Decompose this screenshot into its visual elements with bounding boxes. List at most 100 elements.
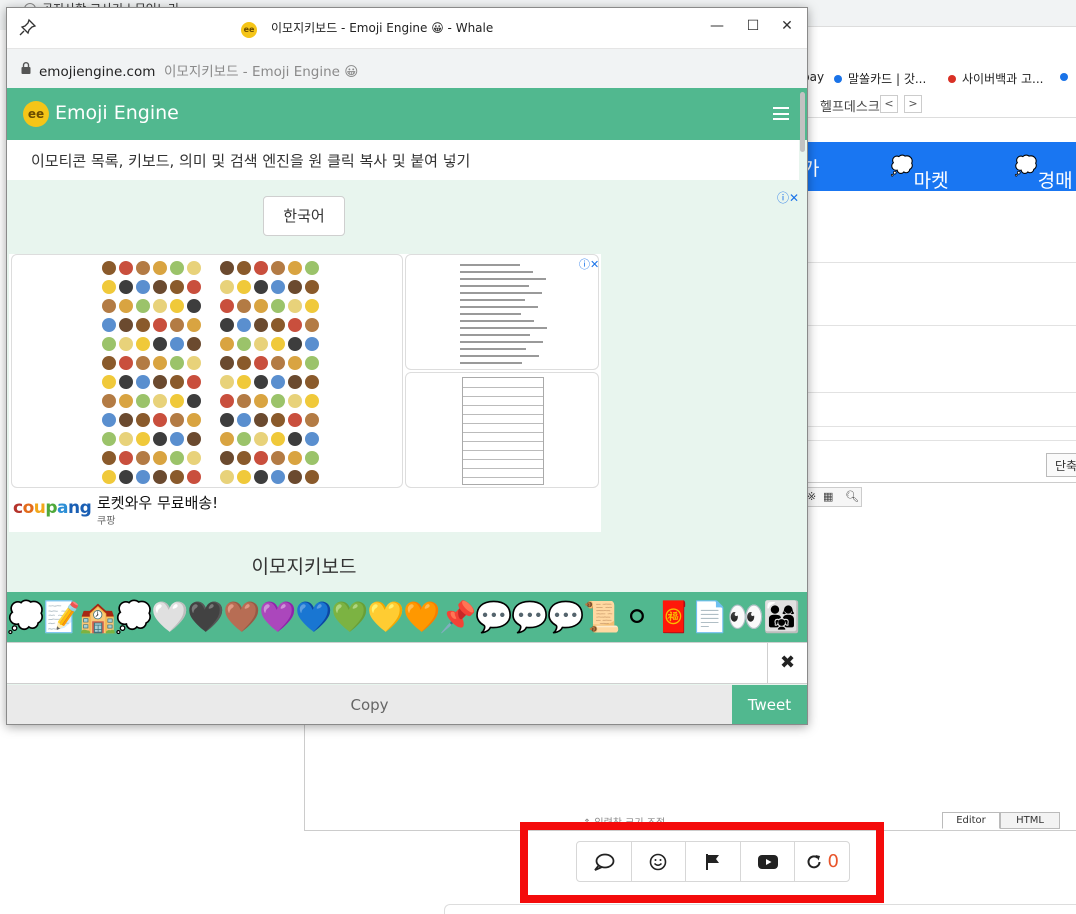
tab-editor[interactable]: Editor — [942, 812, 1000, 829]
sticker-thumbnail — [288, 337, 302, 351]
emoji-key[interactable]: 💬 — [511, 596, 548, 636]
emoji-key[interactable]: 🤎 — [223, 596, 260, 636]
emoji-key[interactable]: ⚪ — [619, 596, 655, 636]
sticker-thumbnail — [119, 413, 133, 427]
emoji-key[interactable]: 💜 — [259, 596, 296, 636]
sticker-thumbnail — [170, 375, 184, 389]
bookmark-item[interactable] — [1060, 70, 1074, 84]
emoji-engine-page: ee Emoji Engine 이모티콘 목록, 키보드, 의미 및 검색 엔진… — [7, 88, 807, 724]
emoji-key[interactable]: 📝 — [43, 596, 80, 636]
emoji-key[interactable]: 💭 — [115, 596, 152, 636]
section-title: 이모지키보드 — [251, 556, 357, 578]
emoji-key[interactable]: 🧧 — [655, 596, 692, 636]
form-rule — [463, 405, 543, 406]
sticker-thumbnail — [170, 337, 184, 351]
sticker-thumbnail — [170, 280, 184, 294]
address-bar[interactable]: emojiengine.com 이모지키보드 - Emoji Engine 😀 — [7, 48, 807, 88]
tab-html[interactable]: HTML — [1000, 812, 1060, 829]
sticker-thumbnail — [271, 318, 285, 332]
sticker-thumbnail — [288, 280, 302, 294]
emoji-key[interactable]: 📄 — [691, 596, 728, 636]
pin-icon[interactable] — [19, 18, 37, 36]
emoji-key[interactable]: 💛 — [367, 596, 404, 636]
sticker-thumbnail — [237, 318, 251, 332]
emoji-key[interactable]: 🧡 — [403, 596, 440, 636]
window-titlebar[interactable]: ee 이모지키보드 - Emoji Engine 😀 - Whale — ☐ ✕ — [7, 8, 807, 48]
logo-text[interactable]: Emoji Engine — [55, 102, 179, 124]
sticker-thumbnail — [102, 299, 116, 313]
emoji-key[interactable]: 👀 — [727, 596, 764, 636]
search-icon[interactable]: 🔍︎ — [845, 490, 859, 503]
emoji-key[interactable]: 🖤 — [187, 596, 224, 636]
emoji-key[interactable]: 💬 — [475, 596, 512, 636]
bookmark-item[interactable]: pay — [808, 70, 824, 84]
maximize-button[interactable]: ☐ — [741, 14, 765, 38]
emoji-key[interactable]: 💙 — [295, 596, 332, 636]
nav-prev-button[interactable]: < — [880, 95, 898, 113]
sticker-thumbnail — [220, 451, 234, 465]
address-domain: emojiengine.com — [39, 64, 156, 80]
sticker-thumbnail — [153, 470, 167, 484]
sticker-thumbnail — [237, 394, 251, 408]
menu-item-auction[interactable]: 💭 경매 — [1014, 154, 1073, 192]
sticker-thumbnail — [119, 356, 133, 370]
special-char-icon[interactable]: ※ — [807, 490, 816, 503]
sticker-thumbnail — [254, 432, 268, 446]
copy-button[interactable]: Copy — [7, 685, 732, 724]
ad-image-stickers[interactable] — [11, 254, 403, 488]
sticker-thumbnail — [220, 413, 234, 427]
emoji-key[interactable]: 📜 — [583, 596, 620, 636]
text-line — [460, 355, 539, 357]
site-favicon-icon: ee — [241, 22, 257, 38]
shrink-button[interactable]: 단축 — [1046, 453, 1076, 477]
table-icon[interactable]: ▦ — [823, 490, 833, 503]
sticker-thumbnail — [305, 375, 319, 389]
logo-icon[interactable]: ee — [23, 101, 49, 127]
emoji-key[interactable]: 👨‍👩‍👧 — [763, 596, 800, 636]
emoji-key[interactable]: 💭 — [7, 596, 44, 636]
highlight-box — [520, 822, 884, 903]
divider — [808, 262, 1076, 263]
tagline: 이모티콘 목록, 키보드, 의미 및 검색 엔진을 원 클릭 복사 및 붙여 넣… — [7, 140, 799, 180]
ad-headline[interactable]: 로켓와우 무료배송! — [97, 492, 218, 513]
emoji-key[interactable]: 💚 — [331, 596, 368, 636]
language-button[interactable]: 한국어 — [263, 196, 345, 236]
emoji-key[interactable]: 💬 — [547, 596, 584, 636]
menu-item-market[interactable]: 💭 마켓 — [890, 154, 949, 192]
bookmark-label: pay — [808, 70, 825, 84]
sticker-thumbnail — [305, 299, 319, 313]
text-line — [460, 341, 543, 343]
sticker-thumbnail — [305, 432, 319, 446]
emoji-key[interactable]: 🏫 — [79, 596, 116, 636]
sticker-thumbnail — [220, 261, 234, 275]
text-line — [460, 278, 546, 280]
address-page-title: 이모지키보드 - Emoji Engine 😀 — [163, 64, 359, 80]
emoji-input[interactable] — [7, 643, 767, 683]
scrollbar-thumb[interactable] — [800, 92, 805, 152]
text-line — [460, 292, 542, 294]
sticker-thumbnail — [271, 394, 285, 408]
tweet-button[interactable]: Tweet — [732, 685, 807, 724]
sticker-thumbnail — [102, 451, 116, 465]
ad-image-form[interactable] — [405, 372, 599, 488]
sticker-thumbnail — [237, 470, 251, 484]
bookmarks-bar: pay 말쏠카드 | 갓... 사이버백과 고... — [808, 62, 1076, 94]
ad-choices-icon[interactable]: ⓘ✕ — [579, 256, 599, 272]
sticker-thumbnail — [119, 337, 133, 351]
bookmark-item[interactable]: 말쏠카드 | 갓... — [834, 70, 926, 87]
hamburger-menu-icon[interactable] — [773, 107, 789, 120]
minimize-button[interactable]: — — [705, 14, 729, 38]
sticker-thumbnail — [187, 356, 201, 370]
ad-image-document[interactable] — [405, 254, 599, 370]
advertisement[interactable]: ⓘ✕ coupang 로켓와우 무료배송! 쿠팡 — [9, 254, 601, 532]
ad-choices-icon[interactable]: ⓘ✕ — [777, 189, 799, 206]
divider — [808, 325, 1076, 326]
emoji-key[interactable]: 🤍 — [151, 596, 188, 636]
nav-next-button[interactable]: > — [904, 95, 922, 113]
emoji-key[interactable]: 📌 — [439, 596, 476, 636]
close-button[interactable]: ✕ — [775, 14, 799, 38]
bookmark-item[interactable]: 사이버백과 고... — [948, 70, 1044, 87]
text-line — [460, 348, 526, 350]
sticker-thumbnail — [271, 413, 285, 427]
clear-button[interactable]: ✖ — [767, 643, 807, 683]
